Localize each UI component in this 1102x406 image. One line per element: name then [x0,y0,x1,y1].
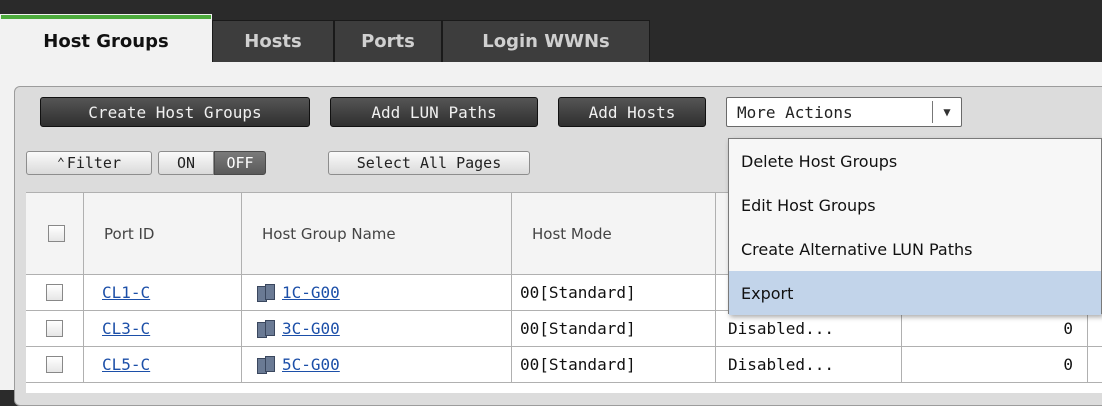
row-select-cell [26,311,84,346]
column-5-cell: 0 [902,311,1088,346]
filter-off-button[interactable]: OFF [214,151,266,175]
menu-item-export[interactable]: Export [729,271,1101,315]
filter-toggle-button[interactable]: ⌃ Filter [26,151,152,175]
host-mode-cell: 00[Standard] [512,275,716,310]
column-4-cell: Disabled... [716,311,902,346]
chevrons-up-icon: ⌃ [56,155,65,171]
host-group-link[interactable]: 5C-G00 [282,355,340,374]
port-id-link[interactable]: CL1-C [102,283,150,302]
create-host-groups-button[interactable]: Create Host Groups [40,97,310,127]
menu-item-create-alternative-lun-paths[interactable]: Create Alternative LUN Paths [729,227,1101,271]
port-id-cell: CL1-C [84,275,242,310]
column-5-cell: 0 [902,347,1088,382]
host-mode-cell: 00[Standard] [512,347,716,382]
row-checkbox[interactable] [46,284,63,301]
row-select-cell [26,347,84,382]
select-all-checkbox[interactable] [48,225,65,242]
tab-hosts[interactable]: Hosts [212,20,334,62]
more-actions-menu: Delete Host Groups Edit Host Groups Crea… [728,138,1102,315]
select-all-cell [26,193,84,274]
port-id-cell: CL3-C [84,311,242,346]
host-group-name-cell: 1C-G00 [242,275,512,310]
row-checkbox[interactable] [46,356,63,373]
table-row[interactable]: CL3-C 3C-G00 00[Standard] Disabled... 0 [26,311,1102,347]
column-4-cell: Disabled... [716,347,902,382]
filter-label: Filter [66,154,121,172]
menu-item-edit-host-groups[interactable]: Edit Host Groups [729,183,1101,227]
tab-label: Hosts [244,31,302,52]
tab-bar: Host Groups Hosts Ports Login WWNs [0,0,1102,66]
tab-ports[interactable]: Ports [334,20,442,62]
host-group-name-cell: 5C-G00 [242,347,512,382]
port-id-link[interactable]: CL3-C [102,319,150,338]
tab-label: Host Groups [43,31,169,52]
host-group-icon [256,355,276,374]
table-row[interactable]: CL5-C 5C-G00 00[Standard] Disabled... 0 [26,347,1102,383]
column-header-host-group-name[interactable]: Host Group Name [242,193,512,274]
filter-on-button[interactable]: ON [158,151,214,175]
active-tab-indicator [1,15,211,19]
host-group-link[interactable]: 1C-G00 [282,283,340,302]
more-actions-dropdown[interactable]: More Actions ▼ [726,97,962,127]
add-hosts-button[interactable]: Add Hosts [558,97,706,127]
add-lun-paths-button[interactable]: Add LUN Paths [330,97,538,127]
select-all-pages-button[interactable]: Select All Pages [328,151,530,175]
column-header-port-id[interactable]: Port ID [84,193,242,274]
row-select-cell [26,275,84,310]
tab-login-wwns[interactable]: Login WWNs [442,20,650,62]
tab-label: Login WWNs [482,31,610,52]
host-group-icon [256,283,276,302]
more-actions-label: More Actions [737,102,853,122]
port-id-cell: CL5-C [84,347,242,382]
port-id-link[interactable]: CL5-C [102,355,150,374]
menu-item-delete-host-groups[interactable]: Delete Host Groups [729,139,1101,183]
host-group-name-cell: 3C-G00 [242,311,512,346]
tab-label: Ports [361,31,415,52]
chevron-down-icon[interactable]: ▼ [933,105,961,119]
column-header-host-mode[interactable]: Host Mode [512,193,716,274]
row-checkbox[interactable] [46,320,63,337]
host-group-icon [256,319,276,338]
host-group-link[interactable]: 3C-G00 [282,319,340,338]
tab-host-groups[interactable]: Host Groups [0,14,212,64]
host-mode-cell: 00[Standard] [512,311,716,346]
